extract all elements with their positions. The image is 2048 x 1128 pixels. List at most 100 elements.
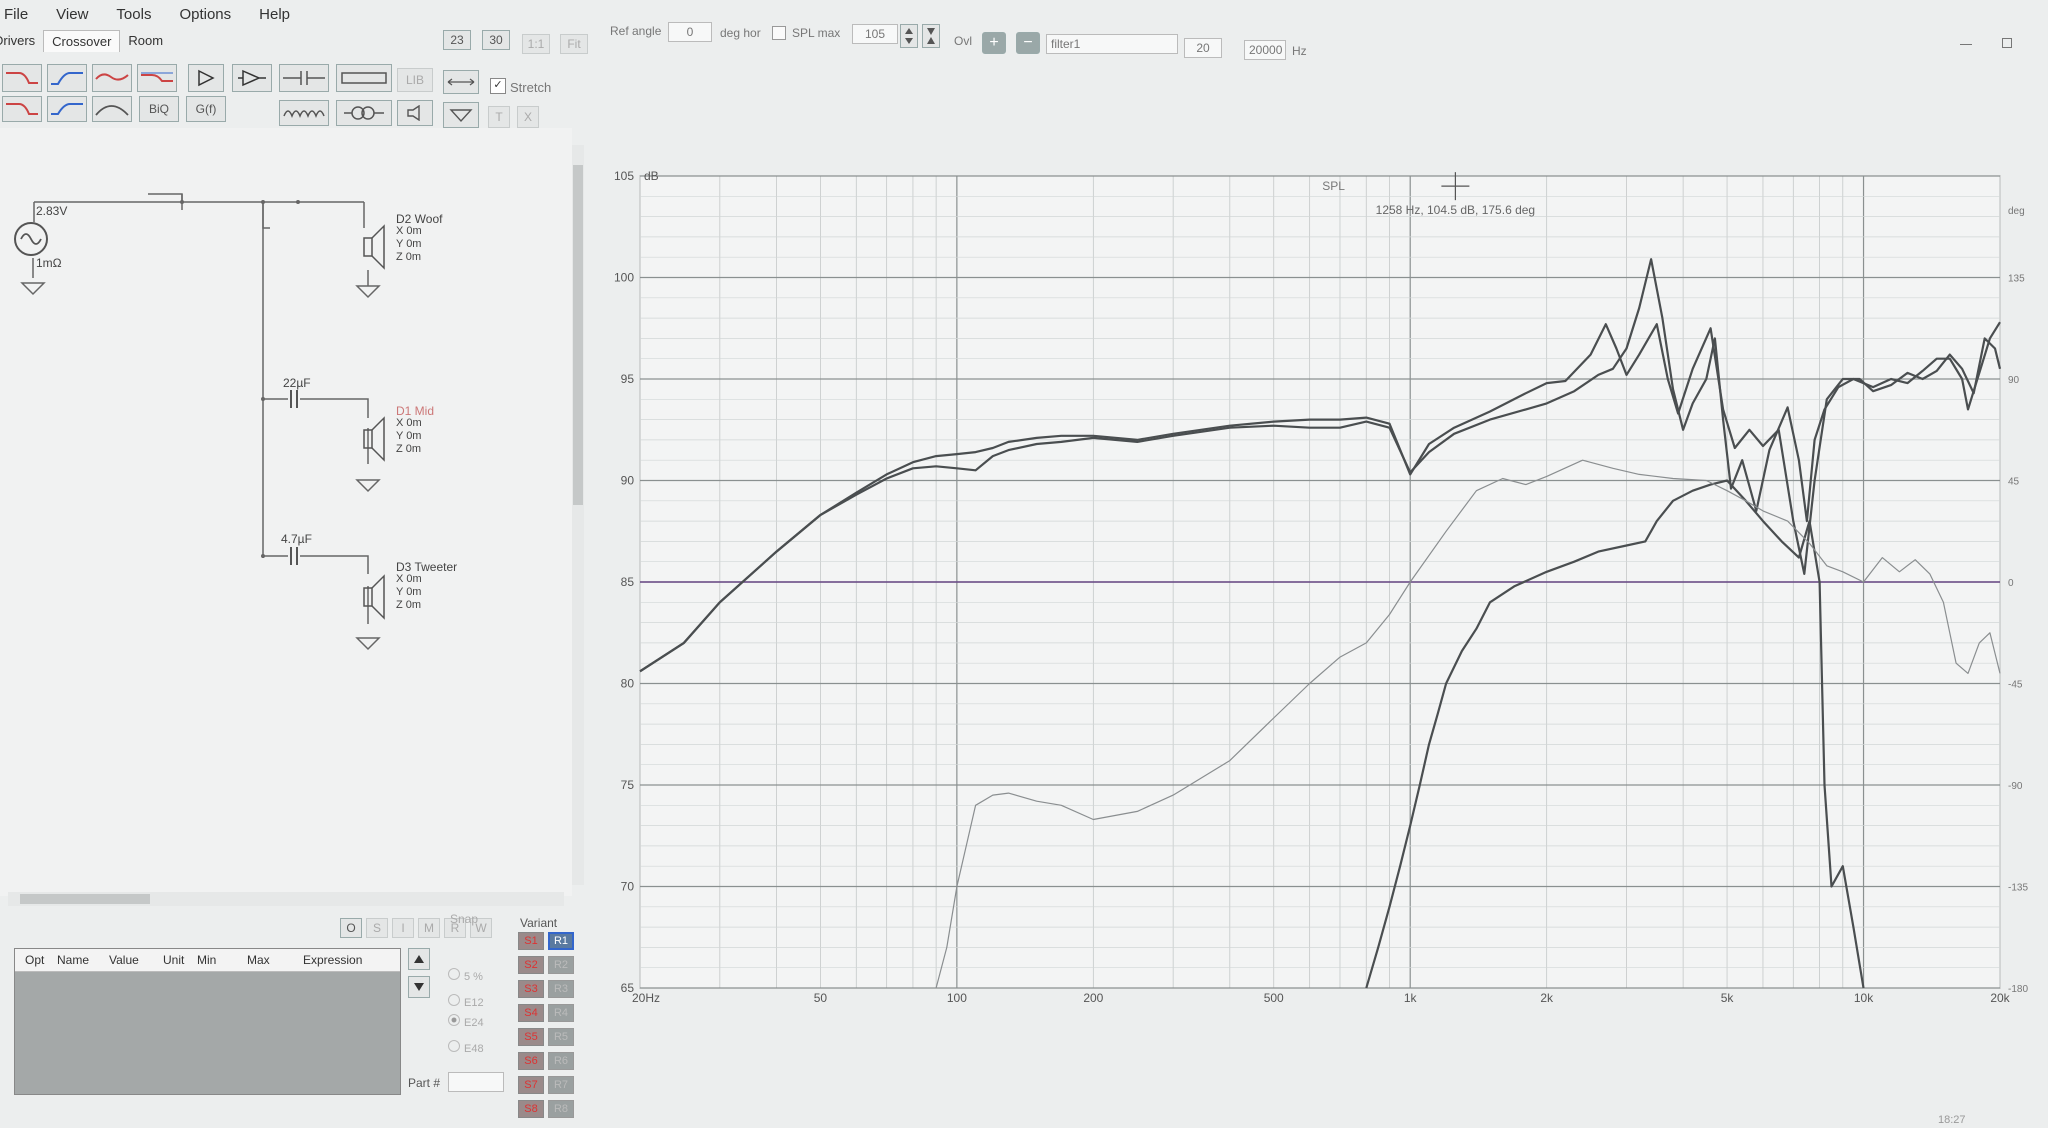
m-button[interactable]: M [418,918,440,938]
part-number-input[interactable] [448,1072,504,1092]
ac-source-icon[interactable] [14,222,48,256]
shelf-filter-icon[interactable] [137,64,177,92]
tab-room[interactable]: Room [120,30,171,52]
overlay-name-input[interactable]: filter1 [1046,34,1178,54]
remove-overlay-icon[interactable]: − [1016,32,1040,54]
tab-crossover[interactable]: Crossover [43,30,121,52]
col-name[interactable]: Name [57,953,109,967]
stretch-checkbox[interactable]: ✓ [490,78,506,94]
menu-view[interactable]: View [56,6,88,23]
variant-r5[interactable]: R5 [548,1028,574,1046]
inductor-icon[interactable] [279,100,329,126]
variant-s6[interactable]: S6 [518,1052,544,1070]
col-max[interactable]: Max [247,953,303,967]
tab-drivers[interactable]: Drivers [0,30,43,52]
schematic-vertical-scrollbar[interactable] [572,145,584,885]
ground-icon[interactable] [443,102,479,128]
schematic-horizontal-scrollbar[interactable] [8,892,564,906]
col-expression[interactable]: Expression [303,953,383,967]
snap-option-5pct[interactable]: 5 % [448,968,483,983]
ref-angle-input[interactable]: 0 [668,22,712,42]
col-min[interactable]: Min [197,953,247,967]
s-button[interactable]: S [366,918,388,938]
y2-tick-label: -45 [2008,680,2023,691]
spl-max-input[interactable]: 105 [852,24,898,44]
snap-option-e12[interactable]: E12 [448,994,484,1009]
highpass-filter-icon[interactable] [47,64,87,92]
variant-r8[interactable]: R8 [548,1100,574,1118]
menu-file[interactable]: File [4,6,28,23]
variant-s8[interactable]: S8 [518,1100,544,1118]
y-tick-label: 85 [621,575,635,589]
capacitor-icon[interactable] [279,64,329,92]
mid-driver-icon[interactable] [362,416,388,462]
menu-options[interactable]: Options [179,6,231,23]
o-button[interactable]: O [340,918,362,938]
spl-max-stepper[interactable] [900,24,918,48]
snap-option-e24[interactable]: E24 [448,1014,484,1029]
variant-s2[interactable]: S2 [518,956,544,974]
variant-s1[interactable]: S1 [518,932,544,950]
woofer-driver-icon[interactable] [362,224,388,270]
stretch-arrows-icon[interactable] [443,70,479,94]
variant-r4[interactable]: R4 [548,1004,574,1022]
part-number-label: Part # [408,1076,441,1090]
ref-angle-label: Ref angle [610,24,662,38]
mid-y: Y 0m [396,430,422,442]
gf-button[interactable]: G(f) [186,96,226,122]
y2-tick-label: 45 [2008,477,2020,488]
snap-option-e48[interactable]: E48 [448,1040,484,1055]
text-tool-button[interactable]: T [488,106,510,128]
freq-max-input[interactable]: 20000 [1244,40,1286,60]
variant-s4[interactable]: S4 [518,1004,544,1022]
transformer-icon[interactable] [336,100,392,126]
zoom-23-button[interactable]: 23 [443,30,471,50]
variant-r7[interactable]: R7 [548,1076,574,1094]
variant-r3[interactable]: R3 [548,980,574,998]
delete-button[interactable]: X [517,106,539,128]
menu-tools[interactable]: Tools [116,6,151,23]
spl-chart[interactable]: 65 70 75 80 85 90 95 100 105 dB -180 -135 -90 -45 0 45 9… [592,150,2042,1035]
highpass2-filter-icon[interactable] [47,96,87,122]
biquad-button[interactable]: BiQ [139,96,179,122]
spl-max-checkbox[interactable] [772,26,786,40]
scroll-thumb[interactable] [573,165,583,505]
move-down-button[interactable] [408,976,430,998]
col-value[interactable]: Value [109,953,163,967]
lowpass2-filter-icon[interactable] [2,96,42,122]
scroll-thumb[interactable] [20,894,150,904]
variant-r6[interactable]: R6 [548,1052,574,1070]
add-overlay-icon[interactable]: + [982,32,1006,54]
col-opt[interactable]: Opt [25,953,57,967]
variant-s5[interactable]: S5 [518,1028,544,1046]
woofer-x: X 0m [396,225,422,237]
zoom-fit-button[interactable]: Fit [560,34,588,54]
zoom-1-1-button[interactable]: 1:1 [522,34,550,54]
variant-r2[interactable]: R2 [548,956,574,974]
spl-chart-svg[interactable]: 65707580859095100105 dB-180-135-90-450459… [592,150,2042,1030]
i-button[interactable]: I [392,918,414,938]
variant-r1[interactable]: R1 [548,932,574,950]
lowpass-filter-icon[interactable] [2,64,42,92]
lib-button[interactable]: LIB [397,68,433,92]
freq-min-input[interactable]: 20 [1184,38,1222,58]
menu-help[interactable]: Help [259,6,290,23]
zoom-30-button[interactable]: 30 [482,30,510,50]
range-stepper[interactable] [922,24,940,48]
notch-filter-icon[interactable] [92,96,132,122]
panel-tabs: Drivers Crossover Room [0,30,171,52]
minimize-icon[interactable] [1960,44,1972,45]
col-unit[interactable]: Unit [163,953,197,967]
amplifier-icon[interactable] [188,64,224,92]
speaker-icon[interactable] [397,100,433,126]
resistor-icon[interactable] [336,64,392,92]
bandpass-filter-icon[interactable] [92,64,132,92]
x-tick-label: 500 [1264,991,1284,1005]
variant-s7[interactable]: S7 [518,1076,544,1094]
tweeter-driver-icon[interactable] [362,574,388,620]
buffer-icon[interactable] [232,64,272,92]
variant-s3[interactable]: S3 [518,980,544,998]
x-tick-label: 10k [1854,991,1874,1005]
move-up-button[interactable] [408,948,430,970]
restore-icon[interactable] [2002,38,2012,48]
